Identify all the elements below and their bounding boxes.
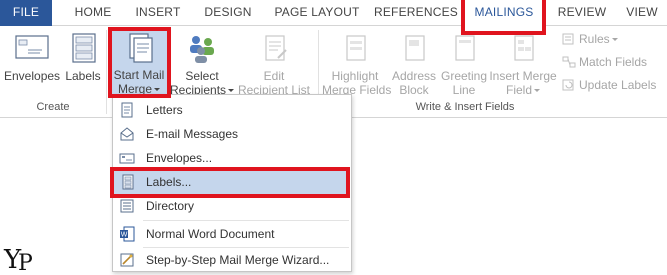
edit-recipient-line1: Edit (263, 69, 285, 83)
menu-item-label: Step-by-Step Mail Merge Wizard... (146, 253, 330, 267)
svg-text:P: P (18, 251, 33, 274)
match-fields-icon (562, 56, 576, 68)
recipients-icon (190, 36, 214, 63)
insert-merge-line2: Field (488, 83, 558, 97)
directory-icon (120, 199, 134, 213)
tab-file[interactable]: FILE (0, 0, 52, 26)
address-block-icon (405, 35, 425, 61)
greeting-line-button[interactable]: Greeting Line (440, 30, 488, 97)
edit-list-icon (265, 35, 287, 61)
word-window: FILE HOME INSERT DESIGN PAGE LAYOUT REFE… (0, 0, 667, 275)
word-document-icon: W (120, 226, 135, 242)
insert-merge-line1: Insert Merge (489, 69, 557, 83)
menu-item-label: Envelopes... (146, 151, 213, 165)
greeting-line2: Line (452, 83, 476, 97)
chevron-down-icon (534, 89, 540, 92)
update-labels-icon (562, 79, 574, 91)
highlight-box-mailings-tab (461, 0, 546, 35)
select-recipients-button[interactable]: Select Recipients (170, 30, 235, 97)
highlight-line1: Highlight (331, 69, 379, 83)
tab-references[interactable]: REFERENCES (372, 0, 460, 26)
tab-design[interactable]: DESIGN (197, 0, 259, 26)
tab-review[interactable]: REVIEW (552, 0, 612, 26)
wizard-icon (120, 253, 134, 267)
svg-text:W: W (121, 232, 128, 239)
highlight-fields-icon (346, 35, 366, 61)
match-fields-label: Match Fields (579, 55, 648, 69)
menu-item-normal-word-document[interactable]: W Normal Word Document (114, 222, 350, 246)
update-labels-button[interactable]: Update Labels (562, 78, 656, 92)
menu-item-letters[interactable]: Letters (114, 98, 350, 122)
insert-merge-field-icon (514, 35, 534, 61)
menu-item-mail-merge-wizard[interactable]: Step-by-Step Mail Merge Wizard... (114, 248, 350, 272)
email-icon (120, 127, 134, 141)
match-fields-button[interactable]: Match Fields (562, 55, 647, 69)
tab-insert[interactable]: INSERT (128, 0, 188, 26)
ribbon-separator (106, 30, 107, 114)
greeting-line-icon (455, 35, 475, 61)
tab-home[interactable]: HOME (64, 0, 122, 26)
letter-icon (121, 102, 133, 118)
menu-separator (143, 220, 349, 221)
insert-merge-field-button[interactable]: Insert Merge Field (488, 30, 558, 97)
tab-view[interactable]: VIEW (620, 0, 664, 26)
envelope-large-icon (15, 35, 49, 59)
labels-button[interactable]: Labels (64, 30, 102, 83)
address-line1: Address (391, 69, 437, 83)
group-label-create: Create (36, 101, 70, 113)
address-line2: Block (399, 83, 429, 97)
envelope-icon (119, 153, 135, 164)
tab-page-layout[interactable]: PAGE LAYOUT (268, 0, 366, 26)
greeting-line1: Greeting (440, 69, 488, 83)
rules-icon (562, 33, 574, 45)
address-block-button[interactable]: Address Block (390, 30, 438, 97)
group-label-write-insert: Write & Insert Fields (415, 101, 515, 113)
highlight-box-start-mail-merge (108, 27, 171, 98)
yp-logo: Y P (2, 240, 36, 274)
highlight-merge-fields-button[interactable]: Highlight Merge Fields (322, 30, 391, 97)
highlight-box-labels-item (110, 167, 350, 198)
rules-label: Rules (579, 32, 610, 46)
rules-button[interactable]: Rules (562, 32, 618, 46)
labels-large-icon (72, 33, 96, 63)
menu-item-label: Letters (146, 103, 183, 117)
menu-item-email-messages[interactable]: E-mail Messages (114, 122, 350, 146)
menu-item-label: Normal Word Document (146, 227, 275, 241)
edit-recipient-list-button[interactable]: Edit Recipient List (234, 30, 314, 97)
envelopes-label: Envelopes (4, 69, 61, 83)
ribbon-tab-bar: FILE HOME INSERT DESIGN PAGE LAYOUT REFE… (0, 0, 667, 27)
menu-item-label: E-mail Messages (146, 127, 239, 141)
labels-label: Labels (65, 69, 101, 83)
envelopes-button[interactable]: Envelopes (4, 30, 60, 83)
chevron-down-icon (611, 38, 618, 41)
update-labels-label: Update Labels (579, 78, 657, 92)
select-recipients-line1: Select (185, 69, 219, 83)
menu-item-label: Directory (146, 199, 195, 213)
